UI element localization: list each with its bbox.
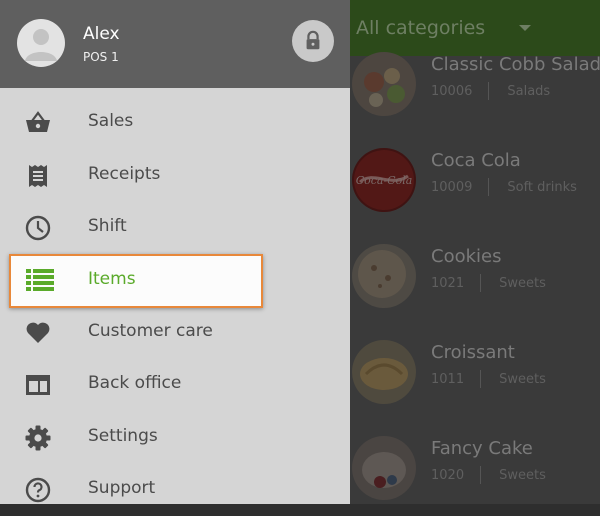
menu-item-label: Shift [88,216,127,236]
menu-item-label: Settings [88,426,158,446]
menu-item-label: Support [88,478,156,498]
item-name: Fancy Cake [431,438,533,459]
item-image: Coca-Cola [352,148,416,212]
item-category: Sweets [499,275,546,291]
menu-item-label: Receipts [88,164,161,184]
menu-item-label: Items [88,269,136,289]
menu-item-back-office[interactable]: Back office [0,359,350,411]
item-meta: 1020 Sweets [431,466,546,484]
meta-divider [480,274,482,292]
gear-icon [24,425,52,451]
list-icon [26,267,54,293]
drawer-header: Alex POS 1 [0,0,350,88]
meta-divider [480,466,482,484]
meta-divider [480,370,482,388]
help-icon [24,477,52,503]
item-name: Croissant [431,342,515,363]
item-code: 1021 [431,275,465,291]
lock-button[interactable] [292,20,334,62]
item-category: Salads [507,83,551,99]
item-name: Cookies [431,246,502,267]
user-name: Alex [83,24,120,44]
item-meta: 1021 Sweets [431,274,546,292]
meta-divider [488,82,490,100]
dropdown-caret-icon [519,25,532,31]
item-image [352,436,416,500]
item-meta: 10006 Salads [431,82,550,100]
item-code: 10009 [431,179,473,195]
item-name: Classic Cobb Salad [431,54,600,75]
pos-name: POS 1 [83,50,119,64]
lock-icon [306,30,320,50]
item-image [352,340,416,404]
item-image [352,52,416,116]
basket-icon [24,110,52,136]
svg-text:Coca-Cola: Coca-Cola [356,174,413,187]
item-meta: 1011 Sweets [431,370,546,388]
receipt-icon [24,163,52,189]
item-category: Soft drinks [507,179,577,195]
item-name: Coca Cola [431,150,521,171]
clock-icon [24,215,52,241]
menu-item-settings[interactable]: Settings [0,412,350,464]
heart-icon [24,320,52,346]
navigation-drawer: Alex POS 1 Sales Receipts Shift Items Cu… [0,0,350,504]
item-category: Sweets [499,371,546,387]
menu-item-support[interactable]: Support [0,464,350,516]
item-code: 10006 [431,83,473,99]
menu-item-shift[interactable]: Shift [0,202,350,254]
menu-item-receipts[interactable]: Receipts [0,150,350,202]
back-office-icon [24,372,52,398]
menu-item-label: Customer care [88,321,213,341]
item-code: 1020 [431,467,465,483]
avatar[interactable] [17,19,65,67]
menu-item-items[interactable]: Items [9,254,263,308]
item-category: Sweets [499,467,546,483]
menu-item-label: Sales [88,111,134,131]
item-code: 1011 [431,371,465,387]
item-image [352,244,416,308]
menu-item-sales[interactable]: Sales [0,97,350,149]
menu-item-customer-care[interactable]: Customer care [0,307,350,359]
user-icon [25,29,57,61]
meta-divider [488,178,490,196]
item-meta: 10009 Soft drinks [431,178,577,196]
menu-item-label: Back office [88,373,182,393]
